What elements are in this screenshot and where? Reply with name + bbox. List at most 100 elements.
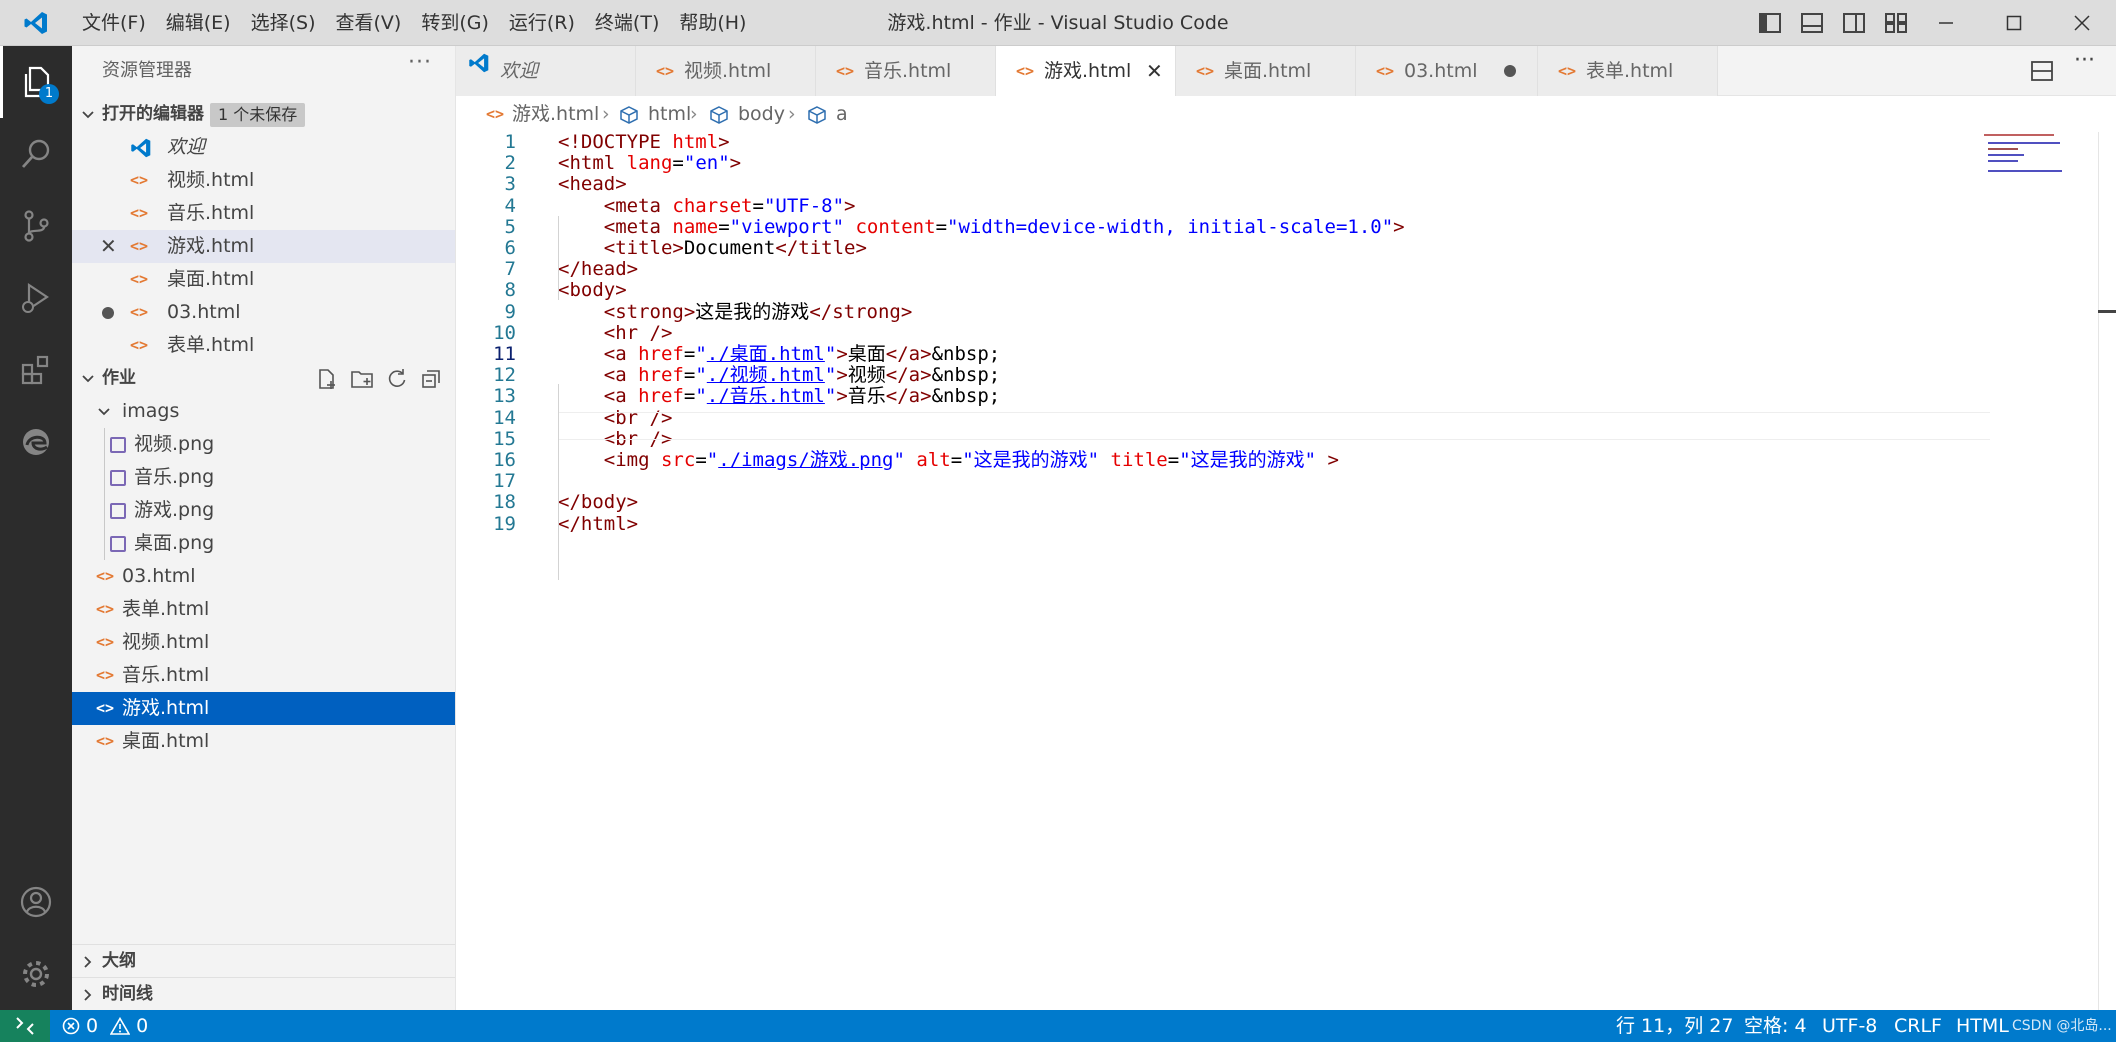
- encoding[interactable]: UTF-8: [1822, 1010, 1877, 1042]
- tab-桌面.html[interactable]: <> 桌面.html: [1176, 46, 1356, 96]
- minimize-icon[interactable]: [1912, 0, 1980, 46]
- breadcrumb-separator-icon: ›: [788, 103, 796, 125]
- scrollbar-track[interactable]: [2098, 132, 2099, 1010]
- html-file-icon: <>: [1376, 62, 1395, 80]
- tab-03.html[interactable]: <> 03.html: [1356, 46, 1538, 96]
- line-ending[interactable]: CRLF: [1894, 1010, 1942, 1042]
- maximize-icon[interactable]: [1980, 0, 2048, 46]
- tab-more-actions-icon[interactable]: ···: [2074, 48, 2095, 73]
- language-mode[interactable]: HTML: [1956, 1010, 2009, 1042]
- open-editor-label: 桌面.html: [167, 268, 255, 290]
- settings-gear-icon[interactable]: [0, 938, 72, 1010]
- extensions-icon[interactable]: [0, 334, 72, 406]
- file-item[interactable]: <> 游戏.html: [72, 692, 455, 725]
- source-control-icon[interactable]: [0, 190, 72, 262]
- line-number: 19: [493, 512, 516, 535]
- remote-icon[interactable]: [0, 1010, 50, 1042]
- minimap[interactable]: [1984, 132, 2104, 192]
- breadcrumb-html[interactable]: html: [648, 96, 691, 132]
- cursor-position[interactable]: 行 11，列 27: [1616, 1010, 1733, 1042]
- file-item[interactable]: <> 表单.html: [72, 593, 455, 626]
- tab-视频.html[interactable]: <> 视频.html: [636, 46, 816, 96]
- file-label: 游戏.png: [134, 499, 215, 521]
- close-editor-icon[interactable]: ✕: [100, 230, 117, 263]
- edge-browser-icon[interactable]: [0, 406, 72, 478]
- open-editors-header[interactable]: 打开的编辑器 1 个未保存: [72, 98, 455, 131]
- breadcrumb-separator-icon: ›: [690, 103, 698, 125]
- tab-表单.html[interactable]: <> 表单.html: [1538, 46, 1718, 96]
- timeline-header[interactable]: 时间线: [72, 977, 455, 1010]
- menu-item-7[interactable]: 帮助(H): [669, 0, 756, 46]
- menu-item-3[interactable]: 查看(V): [326, 0, 412, 46]
- file-item[interactable]: 桌面.png: [72, 527, 455, 560]
- indent-guide: [104, 428, 105, 560]
- outline-header[interactable]: 大纲: [72, 944, 455, 977]
- search-icon[interactable]: [0, 118, 72, 190]
- open-editor-label: 音乐.html: [167, 202, 255, 224]
- open-editor-item[interactable]: 欢迎: [72, 131, 455, 164]
- vscode-icon: [469, 53, 489, 73]
- more-actions-icon[interactable]: ···: [408, 50, 432, 75]
- code-line[interactable]: <img src="./imags/游戏.png" alt="这是我的游戏" t…: [558, 446, 1339, 474]
- file-item[interactable]: 音乐.png: [72, 461, 455, 494]
- folder-label: imags: [122, 400, 180, 422]
- open-editor-item[interactable]: <> 桌面.html: [72, 263, 455, 296]
- run-debug-icon[interactable]: [0, 262, 72, 334]
- file-label: 音乐.png: [134, 466, 215, 488]
- breadcrumb-a[interactable]: a: [836, 96, 848, 132]
- split-editor-icon[interactable]: [2030, 59, 2054, 83]
- explorer-icon[interactable]: 1: [0, 46, 72, 118]
- title-bar: 文件(F) 编辑(E) 选择(S) 查看(V) 转到(G) 运行(R) 终端(T) 帮助(H)…: [0, 0, 2116, 46]
- explorer-title: 资源管理器: [102, 60, 192, 81]
- open-editor-item[interactable]: <> 03.html: [72, 296, 455, 329]
- file-item[interactable]: <> 视频.html: [72, 626, 455, 659]
- error-count: 0: [86, 1015, 99, 1037]
- tab-label: 视频.html: [684, 60, 772, 82]
- menu-item-1[interactable]: 编辑(E): [156, 0, 241, 46]
- account-icon[interactable]: [0, 866, 72, 938]
- tab-label: 音乐.html: [864, 60, 952, 82]
- open-editor-label: 03.html: [167, 301, 241, 323]
- file-item[interactable]: 视频.png: [72, 428, 455, 461]
- new-file-icon[interactable]: [316, 368, 338, 390]
- open-editor-label: 游戏.html: [167, 235, 255, 257]
- menu-item-5[interactable]: 运行(R): [499, 0, 585, 46]
- breadcrumb-body[interactable]: body: [738, 96, 785, 132]
- menu-item-2[interactable]: 选择(S): [241, 0, 326, 46]
- tab-游戏.html[interactable]: <> 游戏.html ✕: [996, 46, 1176, 96]
- refresh-icon[interactable]: [386, 368, 408, 390]
- open-editor-item[interactable]: <> 视频.html: [72, 164, 455, 197]
- menu-item-4[interactable]: 转到(G): [411, 0, 499, 46]
- code-line[interactable]: </html>: [558, 510, 638, 538]
- error-icon: [62, 1017, 80, 1035]
- new-folder-icon[interactable]: [350, 368, 374, 390]
- unsaved-dot-icon[interactable]: [1504, 65, 1516, 77]
- close-window-icon[interactable]: [2048, 0, 2116, 46]
- tab-欢迎[interactable]: 欢迎: [456, 46, 636, 96]
- folder-imags[interactable]: imags: [72, 395, 455, 428]
- menu-item-0[interactable]: 文件(F): [72, 0, 156, 46]
- html-file-icon: <>: [1016, 62, 1035, 80]
- html-file-icon: <>: [96, 732, 115, 750]
- open-editor-item[interactable]: <> 表单.html: [72, 329, 455, 362]
- explorer-sidebar: 资源管理器 ··· 打开的编辑器 1 个未保存 欢迎 <> 视频.html <> 音乐.…: [72, 46, 456, 1010]
- code-editor[interactable]: 1 <!DOCTYPE html> 2 <html lang="en"> 3 <head>…: [456, 131, 2116, 1010]
- menu-item-6[interactable]: 终端(T): [585, 0, 669, 46]
- file-item[interactable]: <> 03.html: [72, 560, 455, 593]
- collapse-all-icon[interactable]: [420, 368, 442, 390]
- breadcrumb-file[interactable]: 游戏.html: [512, 96, 599, 132]
- file-item[interactable]: <> 桌面.html: [72, 725, 455, 758]
- element-cube-icon: [808, 106, 826, 124]
- tab-音乐.html[interactable]: <> 音乐.html: [816, 46, 996, 96]
- current-line-highlight: [558, 412, 1990, 440]
- file-item[interactable]: 游戏.png: [72, 494, 455, 527]
- file-label: 视频.html: [122, 631, 210, 653]
- close-tab-icon[interactable]: ✕: [1146, 46, 1163, 96]
- workspace-header[interactable]: 作业: [72, 362, 455, 395]
- open-editor-item[interactable]: <> 音乐.html: [72, 197, 455, 230]
- html-file-icon: <>: [1196, 62, 1215, 80]
- indentation[interactable]: 空格: 4: [1744, 1010, 1807, 1042]
- problems-indicator[interactable]: 0 0: [62, 1010, 148, 1042]
- file-item[interactable]: <> 音乐.html: [72, 659, 455, 692]
- open-editor-item[interactable]: ✕ <> 游戏.html: [72, 230, 455, 263]
